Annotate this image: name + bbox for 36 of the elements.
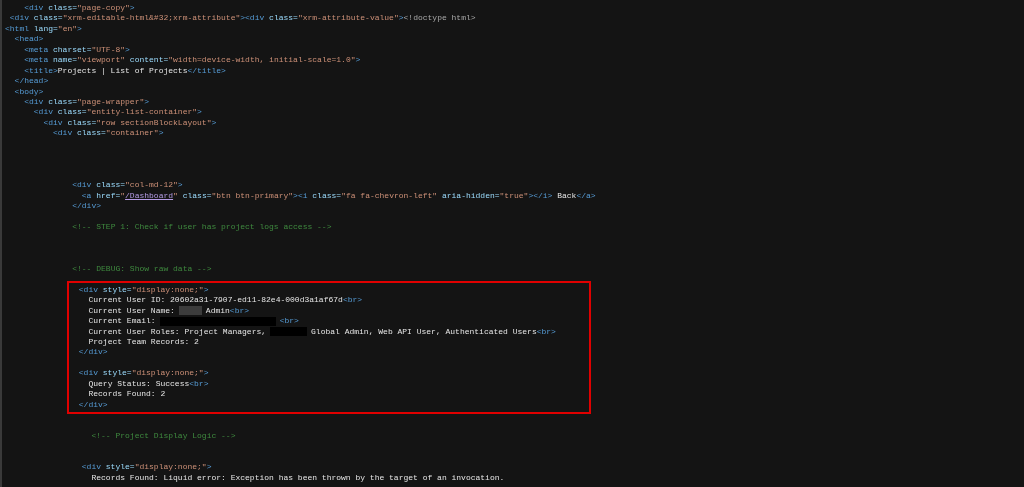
code-line: Current User ID: 20602a31-7907-ed11-82e4-000d3a1af67d<br> (88, 295, 363, 306)
code-line: Project Team Records: 2 (88, 337, 199, 348)
code-line: <div class="entity-list-container"> (33, 107, 202, 118)
code-line: </div> (78, 347, 108, 358)
code-line: <meta charset="UTF-8"> (24, 44, 130, 56)
code-line: <div style="display:none;"> (78, 368, 209, 379)
code-line: <div class="page-copy"> (24, 3, 135, 14)
code-line: Records Found: 2 (88, 389, 166, 400)
code-line: <meta name="viewport" content="width=device-width, initial-scale=1.0"> (24, 55, 361, 66)
code-line: <br> (279, 316, 299, 327)
code-line: <title>Projects | List of Projects</title> (24, 65, 226, 77)
code-line: <!-- DEBUG: Show raw data --> (72, 263, 212, 275)
code-line: <html lang="en"> (5, 23, 82, 35)
code-line: Query Status: Success<br> (88, 378, 209, 390)
code-line: Admin<br> (205, 305, 250, 317)
code-line: <a href="/Dashboard" class="btn btn-primary"><i class="fa fa-chevron-left" aria-hidden="true"></i> Back</a> (81, 190, 596, 202)
code-line: Current User Roles: Project Managers, (88, 326, 267, 337)
code-line: <div class="xrm-editable-html&#32;xrm-attribute"><div class="xrm-attribute-value"><!doctype html> (9, 13, 476, 24)
code-line: <head> (14, 34, 44, 45)
code-line: <div style="display:none;"> (81, 462, 212, 473)
code-line: </div> (72, 201, 102, 212)
code-line: Records Found: Liquid error: Exception has been thrown by the target of an invocation. (91, 472, 505, 484)
code-line: <div class="col-md-12"> (72, 180, 183, 191)
code-line: <!-- Project Display Logic --> (91, 430, 236, 442)
code-line: <div class="row sectionBlockLayout"> (43, 117, 217, 129)
code-line: </head> (14, 76, 49, 87)
link[interactable]: /Dashboard (125, 190, 174, 200)
code-line: Current User Name: (88, 305, 175, 317)
code-line: <!-- STEP 1: Check if user has project logs access --> (72, 222, 332, 233)
code-line: <div class="page-wrapper"> (24, 96, 150, 108)
code-line: Global Admin, Web API User, Authenticated Users<br> (311, 326, 556, 337)
code-line: Current Email: (88, 316, 156, 327)
code-line: <div style="display:none;"> (78, 284, 209, 296)
code-line: </div> (78, 399, 108, 411)
code-line: <div class="container"> (53, 128, 164, 139)
code-line: <body> (14, 86, 44, 97)
